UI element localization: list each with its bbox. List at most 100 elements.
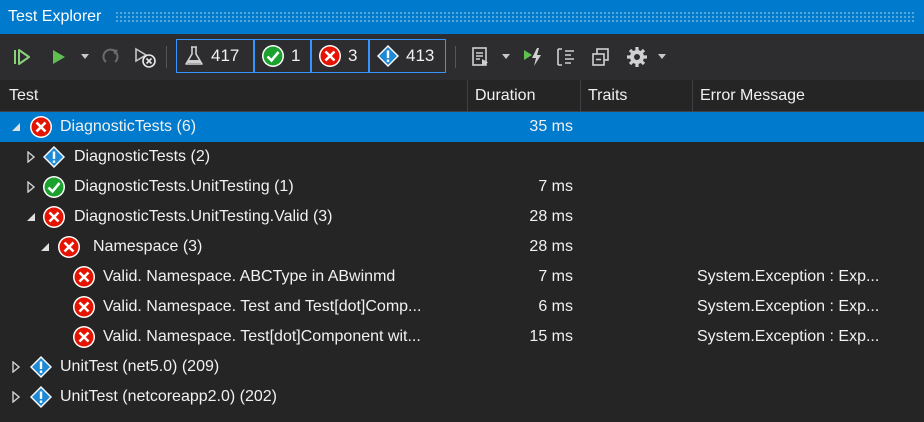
- test-duration: 7 ms: [538, 178, 573, 195]
- expanded-arrow-icon[interactable]: [11, 121, 21, 133]
- tree-row[interactable]: DiagnosticTests.UnitTesting (1) 7 ms: [0, 172, 924, 202]
- test-name-text: DiagnosticTests.UnitTesting.Valid: [74, 208, 309, 225]
- toolbar: 417 1 3 413: [0, 34, 924, 80]
- collapsed-arrow-icon[interactable]: [11, 361, 21, 373]
- settings-dropdown[interactable]: [656, 42, 668, 72]
- test-count: (209): [181, 358, 220, 375]
- test-error-message: System.Exception : Exp...: [697, 328, 880, 345]
- test-name-text: DiagnosticTests.UnitTesting: [74, 178, 270, 195]
- settings-icon: [627, 47, 647, 67]
- column-error-message[interactable]: Error Message: [692, 80, 924, 111]
- test-duration: 6 ms: [538, 298, 573, 315]
- test-name-text: Valid. Namespace. Test and Test[dot]Comp…: [103, 298, 422, 315]
- flask-icon: [183, 45, 205, 67]
- test-name: Valid. Namespace. Test and Test[dot]Comp…: [103, 292, 421, 322]
- tree-row[interactable]: UnitTest (net5.0) (209): [0, 352, 924, 382]
- expand-collapse-button[interactable]: [588, 42, 614, 72]
- repeat-last-run-button[interactable]: [100, 42, 124, 72]
- test-error-message: System.Exception : Exp...: [697, 268, 880, 285]
- failed-count: 3: [348, 46, 358, 65]
- not-run-icon: [30, 356, 52, 378]
- tree-row[interactable]: UnitTest (netcoreapp2.0) (202): [0, 382, 924, 412]
- collapsed-arrow-icon[interactable]: [11, 391, 21, 403]
- title-drag-grip[interactable]: [115, 11, 916, 22]
- collapsed-arrow-icon[interactable]: [26, 181, 36, 193]
- expanded-arrow-icon[interactable]: [26, 211, 36, 223]
- run-dropdown[interactable]: [79, 42, 91, 72]
- collapsed-arrow-icon[interactable]: [26, 151, 36, 163]
- group-by-icon: [557, 48, 574, 66]
- tree-row[interactable]: Valid. Namespace. Test[dot]Component wit…: [0, 322, 924, 352]
- total-tests-filter[interactable]: 417: [176, 39, 254, 73]
- test-name-text: DiagnosticTests: [74, 148, 187, 165]
- not-run-icon: [30, 386, 52, 408]
- window-title: Test Explorer: [8, 8, 102, 25]
- not-run-count: 413: [406, 46, 435, 65]
- total-count: 417: [211, 46, 240, 65]
- test-name-text: UnitTest (netcoreapp2.0): [60, 388, 236, 405]
- chevron-down-icon: [502, 54, 510, 59]
- run-all-icon: [14, 49, 30, 65]
- title-bar: Test Explorer: [0, 0, 924, 34]
- expanded-arrow-icon[interactable]: [40, 241, 50, 253]
- test-duration: 28 ms: [529, 238, 573, 255]
- settings-button[interactable]: [624, 42, 650, 72]
- test-name-text: Namespace: [93, 238, 179, 255]
- failed-icon: [30, 116, 52, 138]
- failed-icon: [73, 326, 95, 348]
- playlist-icon: [472, 47, 488, 66]
- test-name: UnitTest (net5.0) (209): [60, 352, 219, 382]
- column-traits[interactable]: Traits: [580, 80, 692, 111]
- chevron-down-icon: [81, 54, 89, 59]
- chevron-down-icon: [658, 54, 666, 59]
- test-name: DiagnosticTests.UnitTesting.Valid (3): [74, 202, 333, 232]
- toolbar-separator: [166, 46, 167, 68]
- not-run-icon: [43, 146, 65, 168]
- column-duration[interactable]: Duration: [467, 80, 580, 111]
- tree-row[interactable]: DiagnosticTests (2): [0, 142, 924, 172]
- column-test[interactable]: Test: [0, 80, 467, 111]
- test-name-text: DiagnosticTests: [60, 118, 173, 135]
- group-by-button[interactable]: [553, 42, 579, 72]
- run-on-build-icon: [524, 48, 541, 66]
- test-count: (3): [182, 238, 203, 255]
- passed-tests-filter[interactable]: 1: [254, 39, 311, 73]
- run-all-button[interactable]: [10, 42, 36, 72]
- test-duration: 35 ms: [529, 118, 573, 135]
- tree-row[interactable]: DiagnosticTests (6) 35 ms: [0, 112, 924, 142]
- tree-row[interactable]: Valid. Namespace. Test and Test[dot]Comp…: [0, 292, 924, 322]
- test-duration: 15 ms: [529, 328, 573, 345]
- run-button[interactable]: [48, 42, 70, 72]
- failed-icon: [73, 296, 95, 318]
- test-name-text: UnitTest (net5.0): [60, 358, 178, 375]
- test-duration: 28 ms: [529, 208, 573, 225]
- test-count: (6): [176, 118, 197, 135]
- expand-collapse-icon: [592, 48, 609, 66]
- test-name: Namespace (3): [93, 232, 202, 262]
- run-on-build-button[interactable]: [520, 42, 546, 72]
- test-name: DiagnosticTests (6): [60, 112, 196, 142]
- cancel-run-button[interactable]: [132, 42, 158, 72]
- passed-icon: [43, 176, 65, 198]
- not-run-tests-filter[interactable]: 413: [369, 39, 446, 73]
- test-duration: 7 ms: [538, 268, 573, 285]
- test-name: UnitTest (netcoreapp2.0) (202): [60, 382, 277, 412]
- test-error-message: System.Exception : Exp...: [697, 298, 880, 315]
- cancel-run-icon: [135, 47, 156, 68]
- test-name: Valid. Namespace. ABCType in ABwinmd: [103, 262, 395, 292]
- test-name-text: Valid. Namespace. Test[dot]Component wit…: [103, 328, 421, 345]
- tree-row[interactable]: Namespace (3) 28 ms: [0, 232, 924, 262]
- test-count: (202): [239, 388, 278, 405]
- failed-icon: [43, 206, 65, 228]
- toolbar-separator: [455, 46, 456, 68]
- test-count: (1): [274, 178, 294, 195]
- test-name: DiagnosticTests (2): [74, 142, 210, 172]
- passed-icon: [261, 44, 285, 68]
- playlist-dropdown[interactable]: [500, 42, 512, 72]
- playlist-button[interactable]: [467, 42, 493, 72]
- failed-tests-filter[interactable]: 3: [311, 39, 369, 73]
- tree-row[interactable]: DiagnosticTests.UnitTesting.Valid (3) 28 …: [0, 202, 924, 232]
- tree-row[interactable]: Valid. Namespace. ABCType in ABwinmd 7 ms…: [0, 262, 924, 292]
- test-name: DiagnosticTests.UnitTesting (1): [74, 172, 294, 202]
- run-icon: [53, 50, 65, 64]
